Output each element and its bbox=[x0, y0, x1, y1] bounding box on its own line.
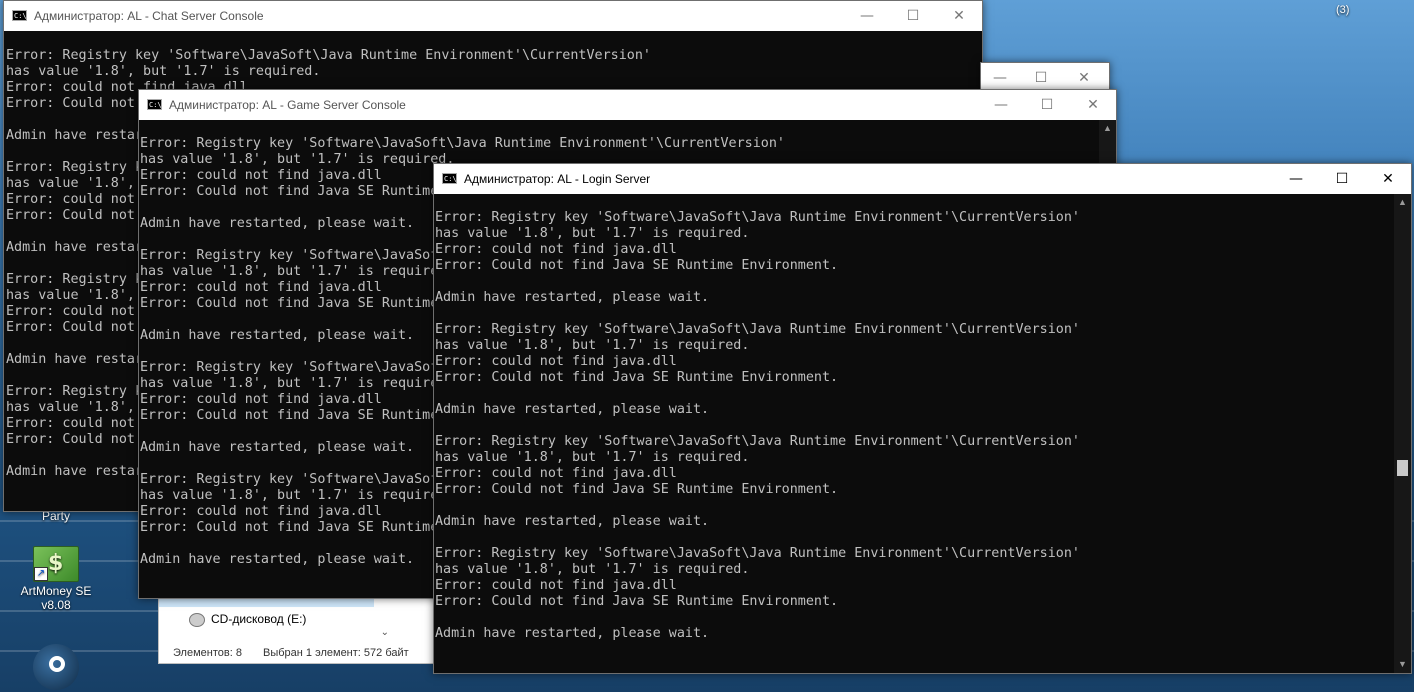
maximize-button[interactable]: ☐ bbox=[1024, 90, 1070, 120]
shortcut-arrow-icon: ↗ bbox=[34, 567, 48, 581]
maximize-button[interactable]: ☐ bbox=[1018, 63, 1064, 91]
console-line: has value '1.8', but '1.7' is required. bbox=[435, 226, 750, 241]
console-line: Error: Registry key 'Software\JavaSoft\J… bbox=[435, 434, 1080, 449]
titlebar[interactable]: C:\ Администратор: AL - Chat Server Cons… bbox=[4, 1, 982, 31]
close-button[interactable]: ✕ bbox=[1061, 63, 1107, 91]
explorer-status-bar: Элементов: 8 Выбран 1 элемент: 572 байт bbox=[173, 647, 427, 659]
window-title: Администратор: AL - Game Server Console bbox=[169, 98, 406, 112]
maximize-button[interactable]: ☐ bbox=[890, 1, 936, 31]
console-line: Error: could not find java.dll bbox=[435, 354, 677, 369]
minimize-button[interactable]: — bbox=[978, 90, 1024, 120]
titlebar[interactable]: C:\ Администратор: AL - Login Server — ☐… bbox=[434, 164, 1411, 194]
console-line: Error: Could not find Java SE Runtime En… bbox=[435, 594, 839, 609]
scroll-up-icon[interactable]: ▲ bbox=[1099, 120, 1116, 137]
cd-drive-item[interactable]: CD-дисковод (E:) bbox=[189, 612, 306, 627]
console-line: Error: Registry key 'Software\JavaSoft\J… bbox=[435, 546, 1080, 561]
desktop-icon-artmoney[interactable]: ↗ ArtMoney SE v8.08 bbox=[16, 546, 96, 612]
console-line: Error: Registry key 'Software\JavaSoft\J… bbox=[435, 210, 1080, 225]
window-title: Администратор: AL - Login Server bbox=[464, 172, 651, 186]
cmd-icon: C:\ bbox=[147, 99, 162, 110]
cmd-icon: C:\ bbox=[12, 10, 27, 21]
scroll-down-icon[interactable]: ▼ bbox=[1394, 656, 1411, 673]
login-server-console-window[interactable]: C:\ Администратор: AL - Login Server — ☐… bbox=[433, 163, 1412, 674]
cd-drive-icon bbox=[189, 612, 205, 627]
chevron-down-icon[interactable]: ⌄ bbox=[381, 627, 389, 638]
status-selection: Выбран 1 элемент: 572 байт bbox=[263, 647, 409, 659]
tray-badge: (3) bbox=[1336, 4, 1350, 16]
minimize-button[interactable]: — bbox=[981, 63, 1023, 91]
scroll-thumb[interactable] bbox=[1397, 459, 1408, 476]
close-button[interactable]: ✕ bbox=[1070, 90, 1116, 120]
console-line: Error: Registry key 'Software\JavaSoft\J… bbox=[6, 48, 651, 63]
console-line: Error: could not find java.dll bbox=[435, 466, 677, 481]
console-line: Admin have restarted, please wait. bbox=[435, 626, 710, 641]
cmd-icon: C:\ bbox=[442, 173, 457, 184]
artmoney-icon: ↗ bbox=[33, 546, 79, 582]
vertical-scrollbar[interactable]: ▲ ▼ bbox=[1394, 194, 1411, 673]
window-title: Администратор: AL - Chat Server Console bbox=[34, 9, 264, 23]
steam-icon bbox=[33, 644, 79, 690]
console-line: Error: Could not find Java SE Runtime En… bbox=[435, 258, 839, 273]
close-button[interactable]: ✕ bbox=[936, 1, 982, 31]
cd-drive-label: CD-дисковод (E:) bbox=[211, 612, 307, 626]
console-line: has value '1.8', but '1.7' is required. bbox=[435, 562, 750, 577]
console-output: Error: Registry key 'Software\JavaSoft\J… bbox=[435, 210, 1411, 673]
console-line: Error: Registry key 'Software\JavaSoft\J… bbox=[140, 136, 785, 151]
titlebar[interactable]: C:\ Администратор: AL - Game Server Cons… bbox=[139, 90, 1116, 120]
minimize-button[interactable]: — bbox=[844, 1, 890, 31]
desktop-icon-label: ArtMoney SE v8.08 bbox=[20, 584, 92, 612]
desktop-icon-steam[interactable] bbox=[16, 644, 96, 690]
background-console-window[interactable]: — ☐ ✕ bbox=[980, 62, 1110, 92]
console-line: Admin have restarted, please wait. bbox=[435, 514, 710, 529]
explorer-window-fragment: CD-дисковод (E:) ⌄ Элементов: 8 Выбран 1… bbox=[158, 590, 434, 664]
console-line: has value '1.8', but '1.7' is required. bbox=[6, 64, 321, 79]
status-item-count: Элементов: 8 bbox=[173, 647, 242, 659]
console-line: Error: Registry key 'Software\JavaSoft\J… bbox=[435, 322, 1080, 337]
console-line: Error: Could not find Java SE Runtime En… bbox=[435, 482, 839, 497]
minimize-button[interactable]: — bbox=[1273, 164, 1319, 194]
scroll-up-icon[interactable]: ▲ bbox=[1394, 194, 1411, 211]
console-line: has value '1.8', but '1.7' is required. bbox=[435, 338, 750, 353]
console-line: Error: Could not find Java SE Runtime En… bbox=[435, 370, 839, 385]
titlebar[interactable]: — ☐ ✕ bbox=[981, 63, 1109, 91]
console-line: Error: could not find java.dll bbox=[435, 578, 677, 593]
console-line: Admin have restarted, please wait. bbox=[435, 402, 710, 417]
console-line: has value '1.8', but '1.7' is required. bbox=[435, 450, 750, 465]
console-line: Admin have restarted, please wait. bbox=[435, 290, 710, 305]
maximize-button[interactable]: ☐ bbox=[1319, 164, 1365, 194]
console-line: Error: could not find java.dll bbox=[435, 242, 677, 257]
close-button[interactable]: ✕ bbox=[1365, 164, 1411, 194]
